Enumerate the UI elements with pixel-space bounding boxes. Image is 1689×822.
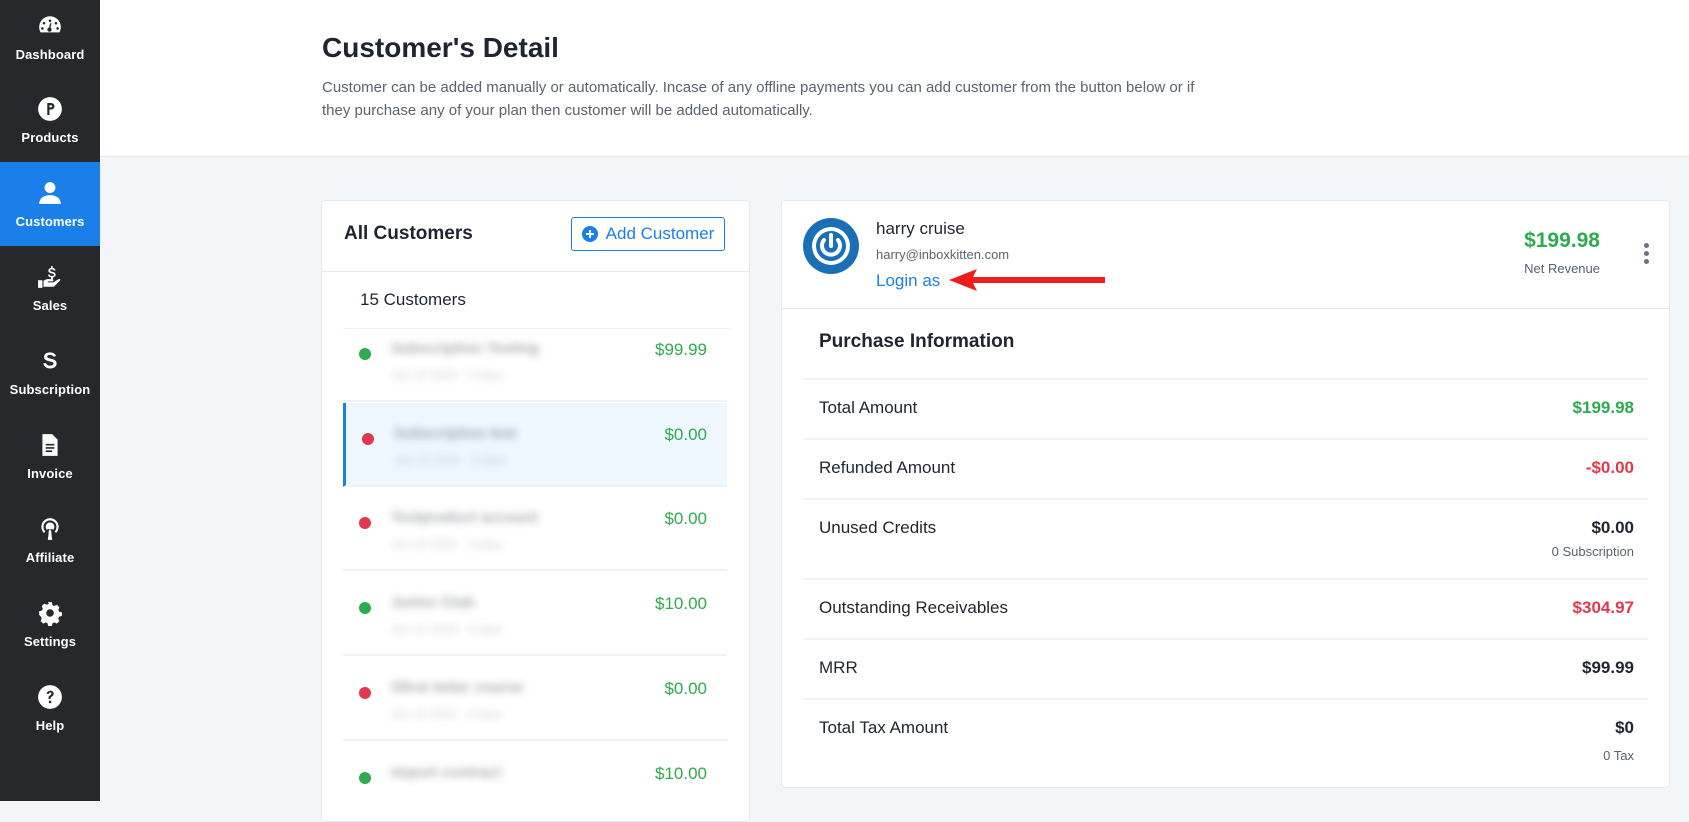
customer-item-meta: Jun 14 2023 · 3 days (394, 453, 507, 467)
info-value: $0.00 (1591, 518, 1634, 537)
sidebar-item-customers[interactable]: Customers (0, 162, 100, 246)
customer-detail-card: harry cruise harry@inboxkitten.com Login… (781, 200, 1670, 788)
customer-list-title: All Customers (344, 223, 473, 244)
sidebar-item-label: Invoice (27, 465, 73, 481)
customer-item-amount: $0.00 (664, 679, 707, 698)
info-label: MRR (819, 658, 858, 677)
info-note: 0 Tax (1603, 748, 1634, 763)
power-logo-icon (812, 227, 850, 265)
more-options-icon[interactable] (1641, 243, 1651, 265)
customer-list-item[interactable]: Testproduct account Jun 13 2023 · 3 days… (343, 487, 727, 571)
customer-item-name: Junior Club (391, 594, 475, 611)
info-value: $99.99 (1582, 658, 1634, 677)
status-dot-active (359, 602, 371, 614)
login-as-link[interactable]: Login as (876, 271, 940, 291)
info-row-outstanding-receivables: Outstanding Receivables $304.97 (803, 578, 1648, 638)
customer-item-meta: Jun 12 2023 · 4 days (391, 622, 504, 636)
customers-icon (39, 181, 61, 204)
page-header: Customer's Detail Customer can be added … (100, 0, 1689, 157)
customer-item-name: Subscription test (394, 425, 517, 442)
status-dot-inactive (359, 517, 371, 529)
customer-item-amount: $10.00 (655, 594, 707, 613)
customer-item-name: Testproduct account (391, 509, 539, 526)
sidebar-item-label: Affiliate (25, 549, 75, 565)
customer-name: harry cruise (876, 219, 965, 238)
status-dot-active (359, 348, 371, 360)
customer-item-amount: $99.99 (655, 340, 707, 359)
customer-item-amount: $0.00 (664, 425, 707, 444)
sidebar-item-affiliate[interactable]: Affiliate (0, 498, 100, 582)
info-label: Outstanding Receivables (819, 598, 1009, 617)
customer-detail-header: harry cruise harry@inboxkitten.com Login… (782, 201, 1669, 309)
customer-list-item[interactable]: Import contract $10.00 (343, 742, 727, 801)
sidebar-item-invoice[interactable]: Invoice (0, 414, 100, 498)
info-value: $304.97 (1572, 598, 1634, 617)
sidebar: Dashboard Products Customers Sales Subsc… (0, 0, 100, 801)
sidebar-item-label: Dashboard (15, 47, 85, 62)
invoice-icon (42, 433, 58, 456)
customer-item-meta: Jun 11 2023 · 4 days (391, 707, 503, 721)
status-dot-inactive (362, 433, 374, 445)
customer-count: 15 Customers (360, 290, 466, 309)
sidebar-item-label: Subscription (9, 381, 91, 397)
info-row-unused-credits: Unused Credits $0.00 0 Subscription (803, 498, 1648, 578)
customer-item-amount: $10.00 (655, 764, 707, 783)
info-value: $0 (1615, 718, 1634, 737)
settings-icon (39, 601, 62, 626)
sidebar-item-label: Customers (15, 213, 85, 229)
customer-item-amount: $0.00 (664, 509, 707, 528)
sidebar-item-label: Help (35, 717, 65, 733)
info-label: Total Amount (819, 398, 918, 417)
customer-list-item[interactable]: Sfirst letter course Jun 11 2023 · 4 day… (343, 657, 727, 741)
customer-item-name: Import contract (391, 764, 502, 781)
page-description: Customer can be added manually or automa… (322, 79, 1195, 119)
info-row-total-tax-amount: Total Tax Amount $0 0 Tax (803, 698, 1648, 778)
net-revenue-label: Net Revenue (1524, 261, 1600, 276)
info-label: Refunded Amount (819, 458, 956, 477)
net-revenue-value: $199.98 (1524, 229, 1600, 252)
customer-email: harry@inboxkitten.com (876, 247, 1010, 262)
sidebar-item-label: Products (21, 129, 79, 145)
plus-circle-icon (581, 226, 598, 242)
info-label: Unused Credits (819, 518, 937, 537)
info-note: 0 Subscription (1551, 544, 1634, 559)
info-row-total-amount: Total Amount $199.98 (803, 378, 1648, 438)
dashboard-icon (39, 16, 61, 33)
products-icon (38, 96, 62, 121)
info-label: Total Tax Amount (819, 718, 949, 737)
purchase-info-title: Purchase Information (819, 331, 1015, 352)
page-title: Customer's Detail (322, 32, 559, 63)
info-value: -$0.00 (1585, 458, 1634, 477)
status-dot-active (359, 772, 371, 784)
sidebar-item-help[interactable]: Help (0, 666, 100, 750)
sidebar-item-label: Settings (23, 633, 77, 649)
sales-icon (38, 265, 61, 288)
status-dot-inactive (359, 687, 371, 699)
info-value: $199.98 (1572, 398, 1634, 417)
red-arrow-annotation (949, 269, 1105, 291)
info-row-mrr: MRR $99.99 (803, 638, 1648, 698)
customer-list-item[interactable]: Subscription Testing Jun 15 2023 · 2 day… (343, 318, 727, 402)
sidebar-item-label: Sales (32, 297, 68, 313)
customer-list-item-selected[interactable]: Subscription test Jun 14 2023 · 3 days $… (343, 403, 727, 487)
sidebar-item-dashboard[interactable]: Dashboard (0, 0, 100, 75)
customer-list-header: All Customers Add Customer (322, 201, 749, 272)
subscription-icon (43, 351, 57, 368)
info-row-refunded-amount: Refunded Amount -$0.00 (803, 438, 1648, 498)
sidebar-item-products[interactable]: Products (0, 78, 100, 162)
sidebar-item-subscription[interactable]: Subscription (0, 330, 100, 414)
help-icon (38, 684, 62, 709)
customer-item-meta: Jun 13 2023 · 3 days (391, 537, 504, 551)
add-customer-button[interactable]: Add Customer (571, 217, 725, 251)
customer-item-name: Sfirst letter course (391, 679, 524, 696)
add-customer-label: Add Customer (605, 224, 715, 243)
sidebar-item-settings[interactable]: Settings (0, 582, 100, 666)
customer-list-item[interactable]: Junior Club Jun 12 2023 · 4 days $10.00 (343, 572, 727, 656)
avatar (803, 218, 859, 274)
affiliate-icon (41, 517, 59, 540)
sidebar-item-sales[interactable]: Sales (0, 246, 100, 330)
customer-item-name: Subscription Testing (391, 340, 540, 357)
customer-item-meta: Jun 15 2023 · 2 days (391, 368, 504, 382)
